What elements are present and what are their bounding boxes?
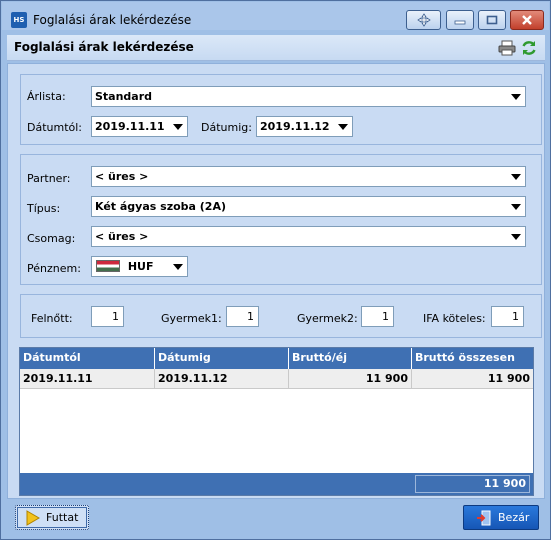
move-window-button[interactable]: [406, 10, 441, 30]
minimize-icon: [454, 20, 466, 25]
adult-count-input[interactable]: 1: [91, 306, 124, 327]
column-header-date-from[interactable]: Dátumtól: [20, 348, 155, 369]
partner-label: Partner:: [27, 172, 71, 185]
pricelist-label: Árlista:: [27, 90, 66, 103]
type-value: Két ágyas szoba (2A): [95, 200, 227, 213]
grid-total: 11 900: [415, 475, 530, 493]
type-select[interactable]: Két ágyas szoba (2A): [91, 196, 526, 217]
pricelist-group: Árlista: Standard Dátumtól: 2019.11.11 D…: [20, 74, 542, 145]
partner-value: < üres >: [95, 170, 149, 183]
package-label: Csomag:: [27, 232, 76, 245]
exit-door-icon: [477, 510, 491, 525]
cell-date-to: 2019.11.12: [155, 369, 289, 389]
table-row[interactable]: 2019.11.11 2019.11.12 11 900 11 900: [20, 369, 533, 389]
main-window: HS Foglalási árak lekérdezése Foglalási …: [0, 0, 551, 540]
price-grid[interactable]: Dátumtól Dátumig Bruttó/éj Bruttó összes…: [19, 347, 534, 496]
chevron-down-icon: [173, 124, 183, 130]
cell-date-from: 2019.11.11: [20, 369, 155, 389]
child2-label: Gyermek2:: [297, 312, 358, 325]
close-button[interactable]: Bezár: [463, 505, 539, 530]
form-header: Foglalási árak lekérdezése: [7, 35, 545, 61]
date-to-picker[interactable]: 2019.11.12: [256, 116, 353, 137]
type-label: Típus:: [27, 202, 61, 215]
refresh-icon[interactable]: [520, 39, 538, 57]
currency-label: Pénznem:: [27, 262, 81, 275]
run-button[interactable]: Futtat: [15, 505, 89, 530]
vat-count-input[interactable]: 1: [491, 306, 524, 327]
pricelist-value: Standard: [95, 90, 153, 103]
chevron-down-icon: [511, 94, 521, 100]
column-header-date-to[interactable]: Dátumig: [155, 348, 289, 369]
child1-count-input[interactable]: 1: [226, 306, 259, 327]
date-to-value: 2019.11.12: [260, 120, 330, 133]
chevron-down-icon: [173, 264, 183, 270]
run-label: Futtat: [46, 511, 79, 524]
grid-header: Dátumtól Dátumig Bruttó/éj Bruttó összes…: [20, 348, 533, 369]
close-window-button[interactable]: [510, 10, 544, 30]
minimize-button[interactable]: [446, 10, 474, 30]
chevron-down-icon: [511, 234, 521, 240]
play-icon: [26, 509, 40, 526]
column-header-gross-per-night[interactable]: Bruttó/éj: [289, 348, 412, 369]
package-select[interactable]: < üres >: [91, 226, 526, 247]
close-icon: [522, 15, 532, 25]
close-label: Bezár: [498, 511, 530, 524]
hungary-flag-icon: [96, 260, 120, 272]
currency-select[interactable]: HUF: [91, 256, 188, 277]
child2-count-input[interactable]: 1: [361, 306, 394, 327]
page-title: Foglalási árak lekérdezése: [14, 40, 194, 54]
child1-label: Gyermek1:: [161, 312, 222, 325]
date-from-value: 2019.11.11: [95, 120, 165, 133]
column-header-gross-total[interactable]: Bruttó összesen: [412, 348, 533, 369]
print-icon[interactable]: [498, 40, 516, 56]
app-logo-icon: HS: [11, 12, 27, 28]
window-title: Foglalási árak lekérdezése: [33, 13, 192, 27]
package-value: < üres >: [95, 230, 149, 243]
maximize-button[interactable]: [478, 10, 506, 30]
cell-gross-total: 11 900: [487, 372, 530, 385]
cell-gross-per-night: 11 900: [289, 369, 412, 389]
date-from-picker[interactable]: 2019.11.11: [91, 116, 188, 137]
currency-value: HUF: [127, 260, 154, 273]
chevron-down-icon: [338, 124, 348, 130]
filters-group: Partner: < üres > Típus: Két ágyas szoba…: [20, 154, 542, 285]
grid-footer: 11 900: [20, 473, 533, 495]
date-from-label: Dátumtól:: [27, 121, 83, 134]
partner-select[interactable]: < üres >: [91, 166, 526, 187]
guests-group: Felnőtt: 1 Gyermek1: 1 Gyermek2: 1 IFA k…: [20, 294, 542, 338]
maximize-icon: [486, 15, 498, 25]
date-to-label: Dátumig:: [201, 121, 252, 134]
vat-label: IFA köteles:: [423, 312, 486, 325]
move-icon: [416, 13, 431, 27]
chevron-down-icon: [511, 174, 521, 180]
title-bar[interactable]: HS Foglalási árak lekérdezése: [2, 2, 549, 30]
chevron-down-icon: [511, 204, 521, 210]
adult-label: Felnőtt:: [31, 312, 73, 325]
pricelist-select[interactable]: Standard: [91, 86, 526, 107]
